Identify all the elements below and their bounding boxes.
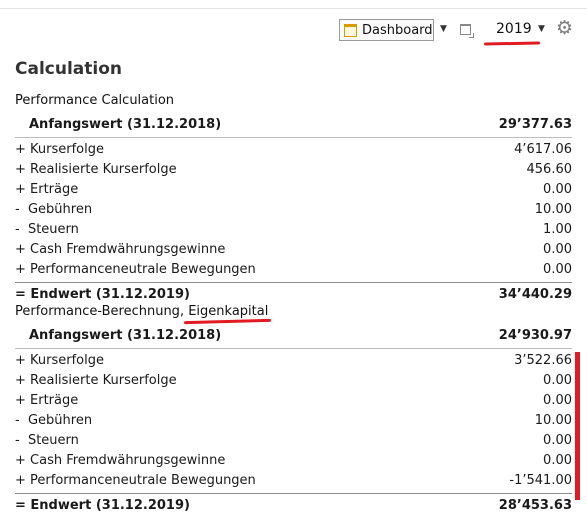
end-value-row: = Endwert (31.12.2019) 34’440.29 xyxy=(15,284,572,304)
year-dropdown-icon[interactable]: ▼ xyxy=(538,24,545,34)
table-row: + Erträge 0.00 xyxy=(15,179,572,199)
table-row: + Performanceneutrale Bewegungen 0.00 xyxy=(15,259,572,279)
row-label: + Cash Fremdwährungsgewinne xyxy=(15,241,226,257)
annotation-marker-bar xyxy=(575,352,580,500)
section-heading-emphasis: Eigenkapital xyxy=(188,304,269,319)
divider xyxy=(15,137,572,138)
start-value-label: Anfangswert (31.12.2018) xyxy=(29,116,222,132)
page-title: Calculation xyxy=(15,59,122,79)
end-value-row: = Endwert (31.12.2019) 28’453.63 xyxy=(15,495,572,515)
start-value-row: Anfangswert (31.12.2018) 29’377.63 xyxy=(15,114,572,134)
row-label: + Kurserfolge xyxy=(15,352,104,368)
row-label: + Realisierte Kurserfolge xyxy=(15,372,177,388)
table-row: - Gebühren 10.00 xyxy=(15,199,572,219)
row-value: 0.00 xyxy=(543,241,572,257)
start-value: 24’930.97 xyxy=(498,327,572,343)
row-label: + Erträge xyxy=(15,181,79,197)
row-value: 10.00 xyxy=(534,201,572,217)
row-label: - Steuern xyxy=(15,221,79,237)
window-restore-icon[interactable] xyxy=(460,24,474,38)
row-value: 3’522.66 xyxy=(514,352,572,368)
start-value: 29’377.63 xyxy=(498,116,572,132)
row-value: 0.00 xyxy=(543,432,572,448)
section-heading-prefix: Performance-Berechnung, xyxy=(15,304,189,319)
table-row: + Kurserfolge 4’617.06 xyxy=(15,139,572,159)
year-annotation-underline xyxy=(483,41,541,46)
row-label: + Performanceneutrale Bewegungen xyxy=(15,261,256,277)
section-heading-performance: Performance Calculation xyxy=(15,93,175,108)
dashboard-button[interactable]: Dashboard xyxy=(339,19,434,41)
table-row: - Steuern 0.00 xyxy=(15,430,572,450)
table-row: - Gebühren 10.00 xyxy=(15,410,572,430)
divider xyxy=(15,348,572,349)
gear-icon[interactable]: ⚙ xyxy=(556,18,573,38)
row-value: 4’617.06 xyxy=(514,141,572,157)
row-value: 0.00 xyxy=(543,392,572,408)
table-row: + Cash Fremdwährungsgewinne 0.00 xyxy=(15,239,572,259)
section-heading-equity: Performance-Berechnung, Eigenkapital xyxy=(15,304,268,319)
divider xyxy=(15,493,572,494)
table-row: - Steuern 1.00 xyxy=(15,219,572,239)
row-label: - Gebühren xyxy=(15,201,93,217)
row-value: 0.00 xyxy=(543,452,572,468)
table-row: + Performanceneutrale Bewegungen -1’541.… xyxy=(15,470,572,490)
top-divider xyxy=(0,8,587,9)
dashboard-dropdown-icon[interactable]: ▼ xyxy=(440,24,447,34)
table-row: + Cash Fremdwährungsgewinne 0.00 xyxy=(15,450,572,470)
start-value-row: Anfangswert (31.12.2018) 24’930.97 xyxy=(15,325,572,345)
row-value: 10.00 xyxy=(534,412,572,428)
start-value-label: Anfangswert (31.12.2018) xyxy=(29,327,222,343)
end-value: 34’440.29 xyxy=(498,286,572,302)
row-label: + Realisierte Kurserfolge xyxy=(15,161,177,177)
row-value: -1’541.00 xyxy=(509,472,572,488)
table-row: + Kurserfolge 3’522.66 xyxy=(15,350,572,370)
divider xyxy=(15,282,572,283)
table-row: + Realisierte Kurserfolge 456.60 xyxy=(15,159,572,179)
row-label: - Gebühren xyxy=(15,412,93,428)
row-label: - Steuern xyxy=(15,432,79,448)
table-row: + Erträge 0.00 xyxy=(15,390,572,410)
dashboard-label: Dashboard xyxy=(362,22,433,38)
equity-annotation-underline xyxy=(183,318,272,325)
row-label: + Kurserfolge xyxy=(15,141,104,157)
calendar-icon xyxy=(344,23,357,37)
table-row: + Realisierte Kurserfolge 0.00 xyxy=(15,370,572,390)
row-value: 0.00 xyxy=(543,372,572,388)
row-value: 1.00 xyxy=(543,221,572,237)
end-value-label: = Endwert (31.12.2019) xyxy=(15,497,190,513)
year-selector[interactable]: 2019 xyxy=(496,21,532,37)
end-value-label: = Endwert (31.12.2019) xyxy=(15,286,190,302)
end-value: 28’453.63 xyxy=(498,497,572,513)
toolbar: Dashboard ▼ 2019 ▼ ⚙ xyxy=(0,18,587,43)
row-label: + Performanceneutrale Bewegungen xyxy=(15,472,256,488)
row-value: 0.00 xyxy=(543,181,572,197)
row-label: + Erträge xyxy=(15,392,79,408)
row-value: 0.00 xyxy=(543,261,572,277)
row-value: 456.60 xyxy=(526,161,573,177)
row-label: + Cash Fremdwährungsgewinne xyxy=(15,452,226,468)
